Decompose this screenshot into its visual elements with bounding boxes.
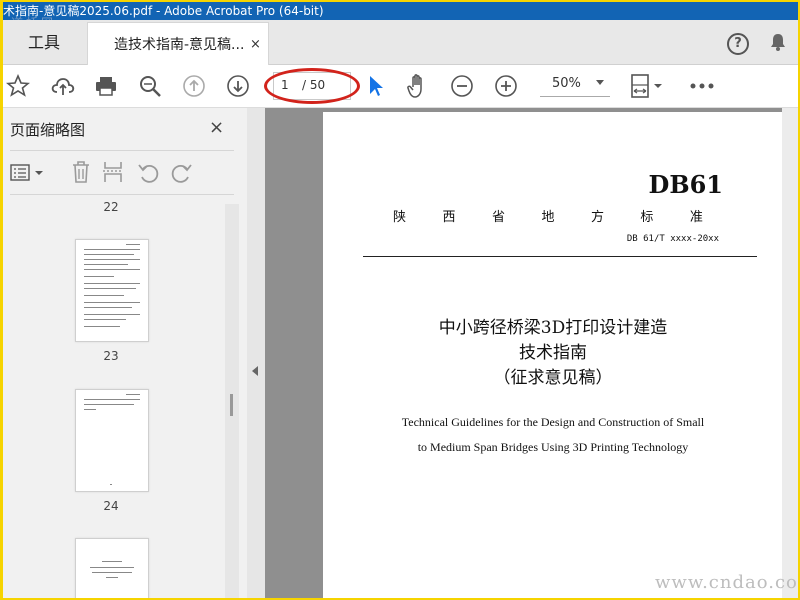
rotate-left-icon[interactable]: [137, 162, 159, 188]
chinese-title-line: 中小跨径桥梁3D打印设计建造: [438, 318, 668, 338]
province-char: 标: [640, 210, 654, 225]
site-watermark: www.cndao.com: [655, 572, 798, 593]
zoom-dropdown[interactable]: 50%: [540, 74, 610, 97]
bell-icon[interactable]: [768, 32, 788, 56]
prev-page-icon[interactable]: [181, 73, 207, 99]
title-bar: 术指南-意见稿2025.06.pdf - Adobe Acrobat Pro (…: [3, 2, 798, 20]
chevron-down-icon: [596, 80, 604, 85]
province-char: 地: [541, 210, 555, 225]
thumbnail-page[interactable]: [75, 389, 149, 492]
next-page-icon[interactable]: [225, 73, 251, 99]
insert-page-icon[interactable]: [102, 160, 124, 188]
zoom-value: 50%: [552, 76, 581, 91]
bookmark-star-icon[interactable]: [5, 73, 31, 99]
tab-document-label: 造技术指南-意见稿...: [114, 37, 245, 53]
province-char: 方: [590, 210, 604, 225]
divider: [10, 194, 234, 195]
chinese-title-line: （征求意见稿）: [493, 368, 613, 388]
standard-number: DB 61/T xxxx-20xx: [626, 234, 719, 244]
tab-bar: 工具 造技术指南-意见稿... × ?: [3, 20, 798, 67]
document-scrollbar[interactable]: [782, 108, 798, 598]
more-icon[interactable]: [687, 73, 717, 99]
close-sidebar-icon[interactable]: ×: [209, 117, 224, 138]
thumbnail-label: 23: [103, 349, 119, 363]
trash-icon[interactable]: [70, 160, 92, 188]
thumbnail-label: 24: [103, 499, 119, 513]
standard-code: DB61: [648, 170, 724, 199]
tab-document[interactable]: 造技术指南-意见稿... ×: [87, 22, 269, 67]
app-window: 术指南-意见稿2025.06.pdf - Adobe Acrobat Pro (…: [3, 2, 798, 598]
header-rule: [363, 256, 757, 257]
panel-splitter[interactable]: [247, 108, 266, 598]
collapse-arrow-icon[interactable]: [252, 366, 258, 376]
scrollbar-thumb[interactable]: [230, 394, 233, 416]
chinese-title-line: 技术指南: [519, 343, 587, 363]
english-title-line: to Medium Span Bridges Using 3D Printing…: [417, 440, 689, 454]
hand-icon[interactable]: [405, 73, 431, 99]
pdf-page: DB61 陕 西 省 地 方 标 准 DB 61/T xxxx-20xx 中小跨…: [323, 112, 783, 598]
thumbnail-sidebar: 页面缩略图 × 22 23 24: [3, 108, 248, 598]
province-char: 准: [689, 210, 703, 225]
province-char: 省: [491, 210, 505, 225]
upload-cloud-icon[interactable]: [49, 73, 77, 99]
rotate-right-icon[interactable]: [171, 162, 193, 188]
toolbar: [3, 65, 798, 108]
zoom-out-icon[interactable]: [449, 73, 475, 99]
chinese-title: 中小跨径桥梁3D打印设计建造 技术指南 （征求意见稿）: [323, 316, 783, 391]
divider: [10, 150, 234, 151]
province-standard: 陕 西 省 地 方 标 准: [393, 206, 703, 225]
thumbnail-label: 22: [103, 200, 119, 214]
province-char: 陕: [393, 210, 407, 225]
tab-tools[interactable]: 工具: [3, 20, 85, 64]
fit-page-icon[interactable]: [629, 73, 665, 99]
zoom-search-icon[interactable]: [137, 73, 163, 99]
sidebar-title: 页面缩略图: [10, 121, 86, 139]
zoom-in-icon[interactable]: [493, 73, 519, 99]
thumbnail-page[interactable]: [75, 239, 149, 342]
help-icon[interactable]: ?: [727, 33, 749, 55]
english-title-line: Technical Guidelines for the Design and …: [401, 415, 705, 429]
thumbnail-options-icon[interactable]: [10, 162, 46, 188]
close-tab-icon[interactable]: ×: [250, 37, 261, 52]
print-icon[interactable]: [93, 73, 119, 99]
select-cursor-icon[interactable]: [365, 73, 387, 99]
highlight-oval: [264, 68, 360, 104]
thumbnail-page[interactable]: [75, 538, 149, 598]
province-char: 西: [442, 210, 456, 225]
english-title: Technical Guidelines for the Design and …: [323, 410, 783, 460]
